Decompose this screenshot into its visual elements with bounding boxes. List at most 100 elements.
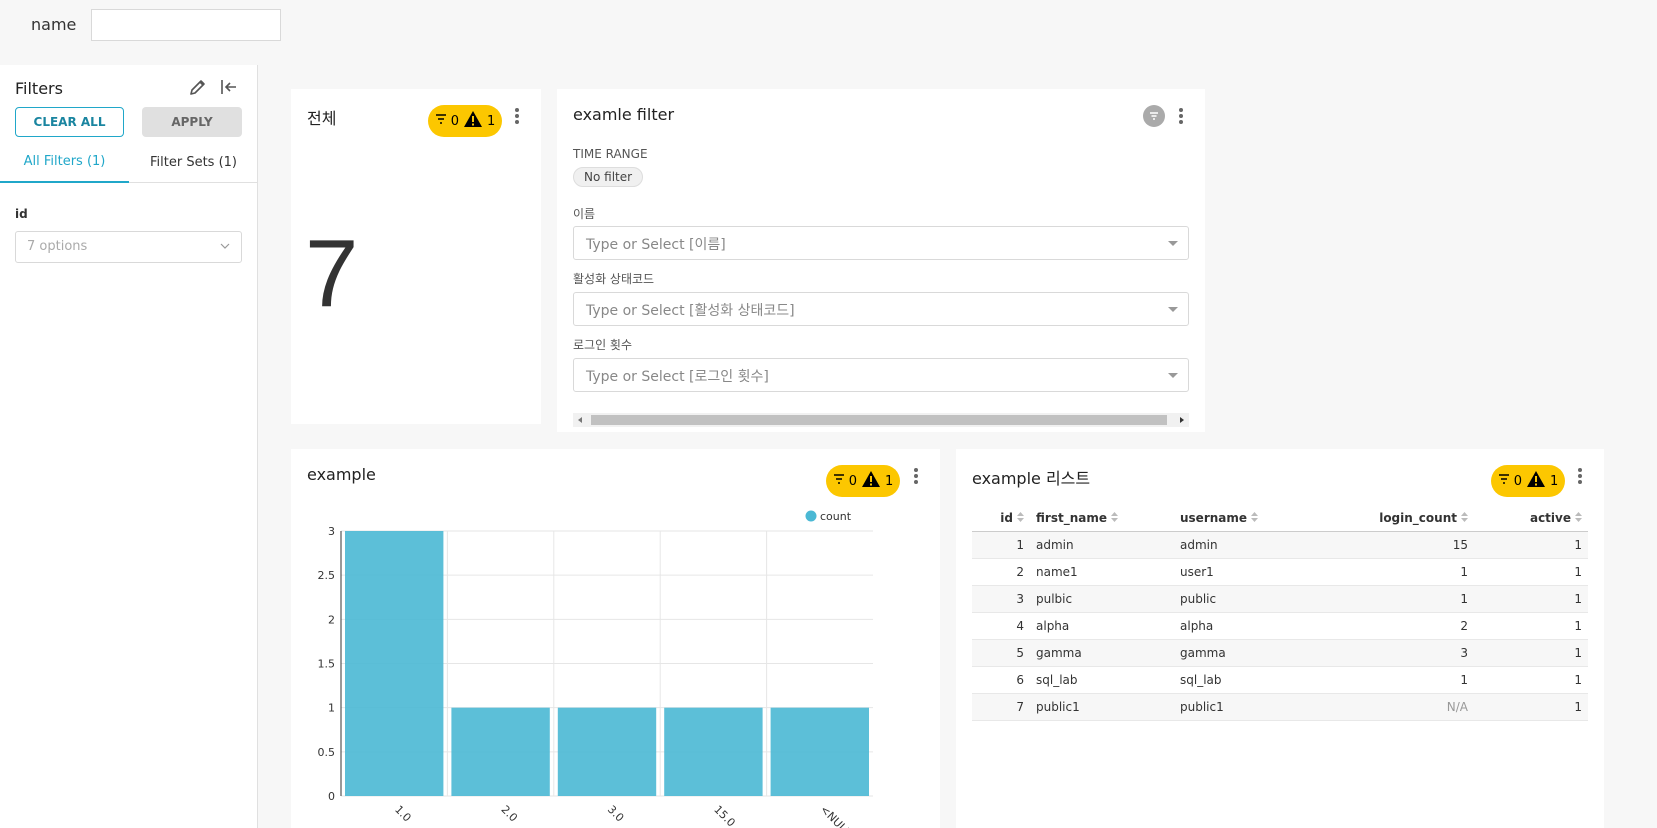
cell-active: 1 xyxy=(1474,693,1588,721)
dropdown-arrow-icon xyxy=(1168,373,1178,378)
cell-active: 1 xyxy=(1474,585,1588,613)
more-menu-icon[interactable] xyxy=(512,106,522,126)
x-tick-label: 1.0 xyxy=(392,803,414,825)
cell-id: 4 xyxy=(972,612,1030,640)
column-header-label: username xyxy=(1180,510,1248,525)
cell-first-name: pulbic xyxy=(1030,585,1174,613)
cell-id: 1 xyxy=(972,531,1030,559)
sidebar-title: Filters xyxy=(15,79,63,98)
collapse-icon[interactable] xyxy=(217,75,241,99)
clear-all-button[interactable]: CLEAR ALL xyxy=(15,107,124,137)
y-tick-label: 3 xyxy=(328,525,335,538)
scroll-right-icon[interactable] xyxy=(1180,417,1184,423)
field-name-placeholder: Type or Select [이름] xyxy=(586,237,726,253)
y-tick-label: 0 xyxy=(328,790,335,803)
sort-icon[interactable] xyxy=(1110,511,1118,525)
column-header-label: login_count xyxy=(1379,510,1457,525)
cell-active: 1 xyxy=(1474,612,1588,640)
horizontal-scrollbar[interactable] xyxy=(573,413,1189,427)
apply-button[interactable]: APPLY xyxy=(142,107,242,137)
filter-id-label: id xyxy=(15,207,28,221)
cell-id: 2 xyxy=(972,558,1030,586)
x-tick-label: 2.0 xyxy=(498,803,520,825)
x-tick-label: <NULL> xyxy=(818,803,860,828)
field-active-select[interactable]: Type or Select [활성화 상태코드] xyxy=(573,292,1189,326)
cell-id: 3 xyxy=(972,585,1030,613)
table-row: 6 sql_lab sql_lab 1 1 xyxy=(972,666,1588,694)
cell-login-count: 1 xyxy=(1314,585,1474,613)
scroll-thumb[interactable] xyxy=(591,415,1167,425)
bar xyxy=(664,707,763,796)
time-range-pill[interactable]: No filter xyxy=(573,167,644,187)
time-range-label: TIME RANGE xyxy=(573,147,648,161)
cell-first-name: public1 xyxy=(1030,693,1174,721)
table-row: 3 pulbic public 1 1 xyxy=(972,585,1588,613)
name-input[interactable] xyxy=(91,9,281,41)
legend-marker xyxy=(805,510,817,522)
table-row: 1 admin admin 15 1 xyxy=(972,531,1588,559)
cell-login-count: N/A xyxy=(1314,693,1474,721)
status-badge[interactable]: 0 1 xyxy=(428,105,502,137)
status-badge[interactable]: 0 1 xyxy=(1491,465,1565,497)
cell-login-count: 1 xyxy=(1314,558,1474,586)
dropdown-arrow-icon xyxy=(1168,307,1178,312)
cell-active: 1 xyxy=(1474,558,1588,586)
field-login-select[interactable]: Type or Select [로그인 횟수] xyxy=(573,358,1189,392)
field-login-placeholder: Type or Select [로그인 횟수] xyxy=(586,369,769,385)
tab-filter-sets[interactable]: Filter Sets (1) xyxy=(129,141,258,183)
cell-active: 1 xyxy=(1474,666,1588,694)
table-header-row: id first_name username login_count active xyxy=(972,505,1588,532)
table-body: 1 admin admin 15 1 2 name1 user1 1 1 3 pulbic public… xyxy=(972,531,1588,721)
cell-id: 5 xyxy=(972,639,1030,667)
more-menu-icon[interactable] xyxy=(1575,466,1585,486)
chevron-down-icon xyxy=(219,240,231,256)
column-header-label: id xyxy=(1000,510,1013,525)
scroll-left-icon[interactable] xyxy=(578,417,582,423)
sort-icon[interactable] xyxy=(1251,511,1259,525)
filter-sidebar: Filters CLEAR ALL APPLY All Filters (1) … xyxy=(0,65,258,828)
cell-first-name: gamma xyxy=(1030,639,1174,667)
cell-active: 1 xyxy=(1474,639,1588,667)
cell-login-count: 3 xyxy=(1314,639,1474,667)
sort-icon[interactable] xyxy=(1575,511,1582,525)
table-row: 2 name1 user1 1 1 xyxy=(972,558,1588,586)
y-tick-label: 2 xyxy=(328,613,335,626)
column-header-id[interactable]: id xyxy=(972,505,1030,532)
cell-username: user1 xyxy=(1174,558,1314,586)
column-header-first-name[interactable]: first_name xyxy=(1030,505,1174,532)
cell-username: alpha xyxy=(1174,612,1314,640)
big-number-title: 전체 xyxy=(307,109,337,128)
cell-username: public xyxy=(1174,585,1314,613)
badge-warning-count: 1 xyxy=(487,113,496,129)
column-header-active[interactable]: active xyxy=(1474,505,1588,532)
column-header-username[interactable]: username xyxy=(1174,505,1314,532)
field-login-label: 로그인 횟수 xyxy=(573,338,633,352)
cell-first-name: admin xyxy=(1030,531,1174,559)
column-header-login-count[interactable]: login_count xyxy=(1314,505,1474,532)
bar-chart: 0 0.5 1 1.5 2 2.5 3 1.0 2.0 3.0 15.0 <NULL> count xyxy=(318,510,873,828)
legend-label: count xyxy=(820,510,852,523)
sort-icon[interactable] xyxy=(1017,511,1024,525)
cell-first-name: sql_lab xyxy=(1030,666,1174,694)
y-tick-label: 1 xyxy=(328,702,335,715)
cell-username: gamma xyxy=(1174,639,1314,667)
more-menu-icon[interactable] xyxy=(1176,106,1186,126)
bar xyxy=(345,531,444,796)
top-bar: name xyxy=(0,0,1657,52)
column-header-label: active xyxy=(1529,510,1571,525)
field-active-label: 활성화 상태코드 xyxy=(573,272,655,286)
filter-box-card: examle filter TIME RANGE No filter 이름 Ty… xyxy=(557,89,1205,432)
table-row: 5 gamma gamma 3 1 xyxy=(972,639,1588,667)
y-tick-label: 0.5 xyxy=(318,746,336,759)
filter-indicator-icon[interactable] xyxy=(1143,105,1165,127)
x-tick-label: 3.0 xyxy=(605,803,627,825)
cell-id: 7 xyxy=(972,693,1030,721)
badge-filter-count: 0 xyxy=(1513,473,1522,489)
bar xyxy=(770,707,869,796)
tab-all-filters[interactable]: All Filters (1) xyxy=(0,141,129,183)
edit-icon[interactable] xyxy=(186,75,210,99)
filter-id-select[interactable]: 7 options xyxy=(15,231,242,263)
bar xyxy=(451,707,550,796)
field-name-select[interactable]: Type or Select [이름] xyxy=(573,226,1189,260)
sort-icon[interactable] xyxy=(1461,511,1468,525)
